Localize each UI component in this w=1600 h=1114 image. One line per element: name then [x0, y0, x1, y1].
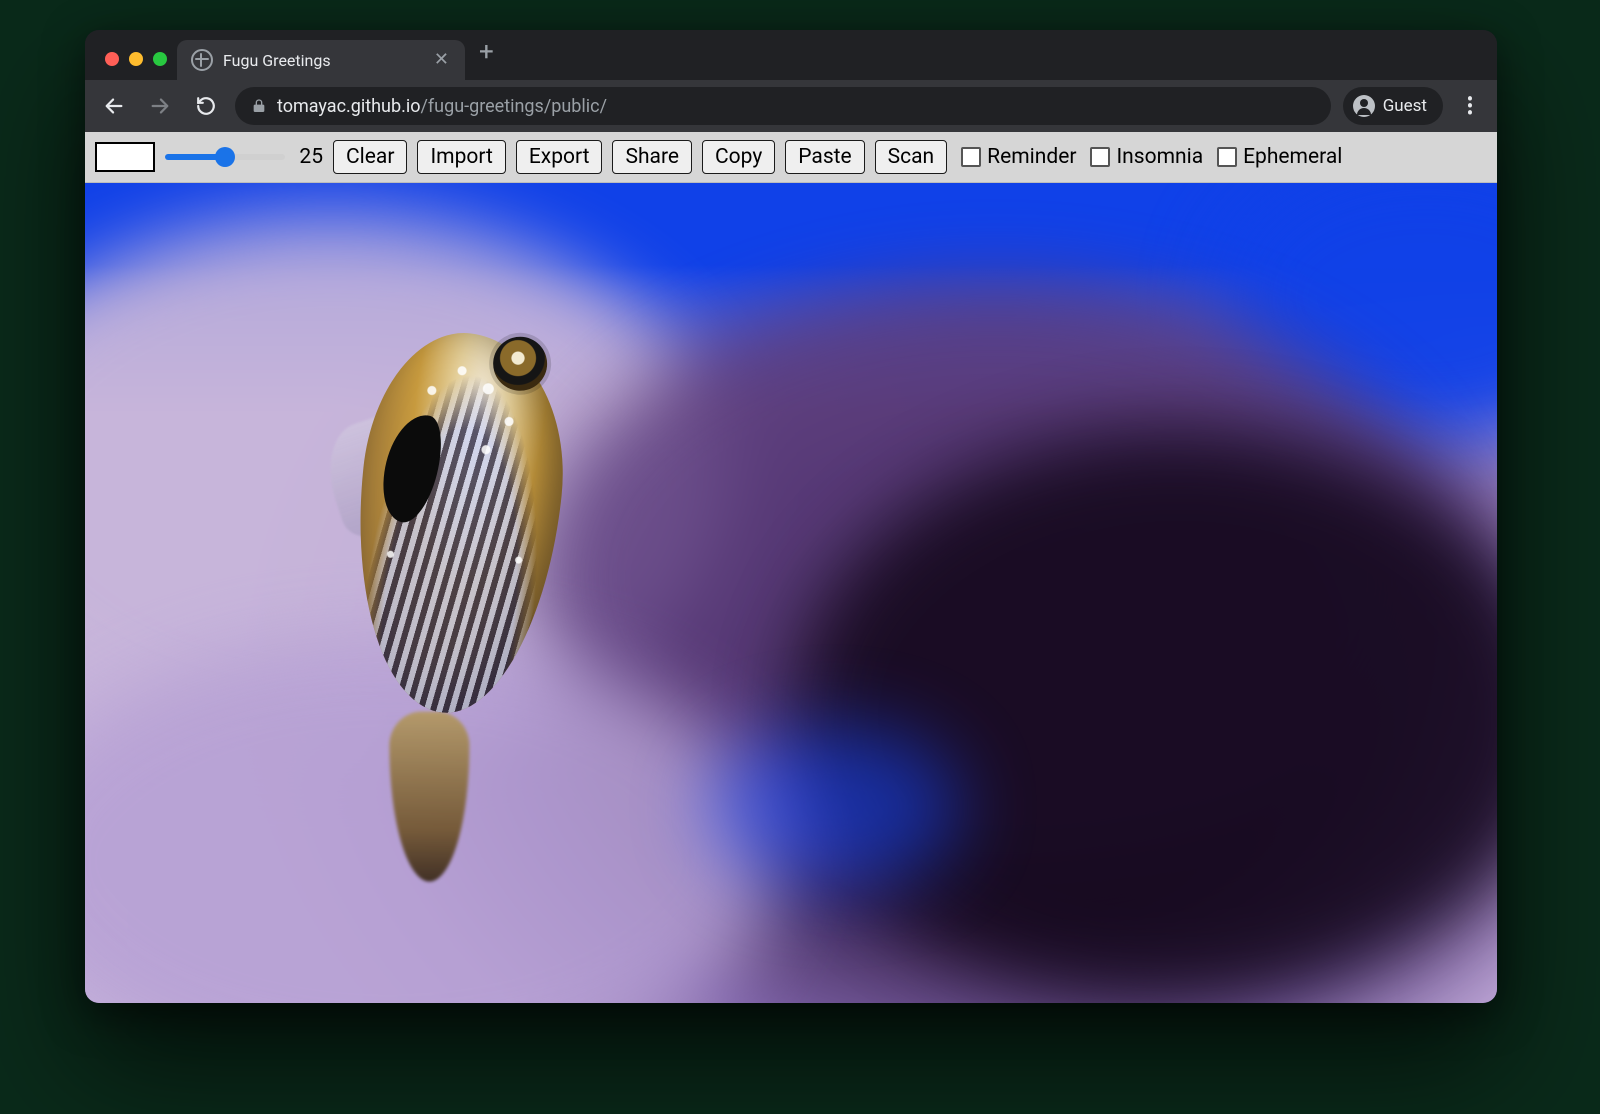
app-toolbar: 25 Clear Import Export Share Copy Paste … — [85, 132, 1497, 183]
share-button[interactable]: Share — [612, 140, 692, 174]
checkbox-label: Ephemeral — [1243, 145, 1342, 169]
browser-menu-button[interactable]: ••• — [1455, 96, 1485, 117]
window-zoom-button[interactable] — [153, 52, 167, 66]
url-path: /fugu-greetings/public/ — [420, 96, 607, 117]
slider-thumb[interactable] — [215, 147, 235, 167]
window-minimize-button[interactable] — [129, 52, 143, 66]
browser-tab[interactable]: Fugu Greetings ✕ — [177, 40, 465, 80]
export-button[interactable]: Export — [516, 140, 603, 174]
nav-reload-button[interactable] — [189, 89, 223, 123]
insomnia-checkbox[interactable]: Insomnia — [1090, 145, 1203, 169]
import-button[interactable]: Import — [417, 140, 505, 174]
fish-body — [339, 324, 578, 723]
address-bar[interactable]: tomayac.github.io/fugu-greetings/public/ — [235, 87, 1331, 125]
new-tab-button[interactable]: + — [465, 39, 508, 71]
scan-button[interactable]: Scan — [875, 140, 947, 174]
tab-title: Fugu Greetings — [223, 51, 422, 70]
brush-size-slider[interactable] — [165, 147, 285, 167]
fish-spots — [339, 324, 578, 723]
toolbar-row: tomayac.github.io/fugu-greetings/public/… — [85, 80, 1497, 132]
close-tab-icon[interactable]: ✕ — [432, 51, 451, 69]
browser-window: Fugu Greetings ✕ + tomayac.github.io/fug… — [85, 30, 1497, 1003]
reminder-checkbox[interactable]: Reminder — [961, 145, 1076, 169]
url-host: tomayac.github.io — [277, 96, 420, 117]
person-icon — [1353, 95, 1375, 117]
profile-chip[interactable]: Guest — [1343, 87, 1443, 125]
clear-button[interactable]: Clear — [333, 140, 407, 174]
brush-size-value: 25 — [295, 145, 323, 169]
canvas-image-fish — [267, 258, 644, 848]
window-controls — [99, 52, 177, 80]
checkbox-box-icon — [961, 147, 981, 167]
ephemeral-checkbox[interactable]: Ephemeral — [1217, 145, 1342, 169]
nav-forward-button[interactable] — [143, 89, 177, 123]
checkbox-box-icon — [1217, 147, 1237, 167]
checkbox-box-icon — [1090, 147, 1110, 167]
checkbox-label: Reminder — [987, 145, 1076, 169]
url-text: tomayac.github.io/fugu-greetings/public/ — [277, 96, 607, 117]
lock-icon — [251, 98, 267, 114]
copy-button[interactable]: Copy — [702, 140, 775, 174]
drawing-canvas[interactable] — [85, 183, 1497, 1003]
nav-back-button[interactable] — [97, 89, 131, 123]
window-close-button[interactable] — [105, 52, 119, 66]
profile-label: Guest — [1383, 96, 1427, 116]
checkbox-label: Insomnia — [1116, 145, 1203, 169]
globe-icon — [191, 49, 213, 71]
canvas-bg — [706, 725, 960, 889]
paste-button[interactable]: Paste — [785, 140, 864, 174]
tab-strip: Fugu Greetings ✕ + — [85, 30, 1497, 80]
color-picker[interactable] — [95, 142, 155, 172]
